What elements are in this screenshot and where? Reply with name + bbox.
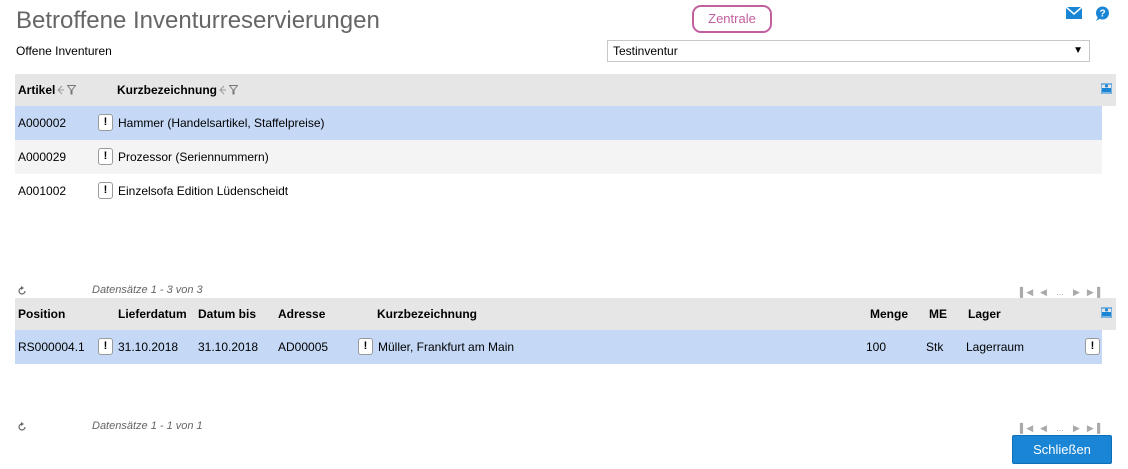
help-icon[interactable]: ? bbox=[1095, 6, 1110, 21]
info-button[interactable]: ! bbox=[98, 338, 113, 355]
sort-icon[interactable] bbox=[218, 85, 227, 95]
filter-icon[interactable] bbox=[67, 85, 77, 95]
zentrale-button[interactable]: Zentrale bbox=[692, 5, 772, 33]
sort-icon[interactable] bbox=[56, 85, 65, 95]
articles-grid-header: Artikel Kurzbezeichnung bbox=[15, 74, 1116, 106]
page-dots: ... bbox=[1056, 287, 1064, 297]
next-page-icon[interactable]: ▶ bbox=[1068, 423, 1085, 434]
first-page-icon[interactable]: ▌◀ bbox=[1018, 423, 1035, 434]
reservations-grid-header: Position Lieferdatum Datum bis Adresse K… bbox=[15, 298, 1116, 330]
cell-artikel: A000002 bbox=[18, 116, 67, 130]
col-header-adresse[interactable]: Adresse bbox=[278, 307, 325, 321]
filter-icon[interactable] bbox=[229, 85, 239, 95]
column-settings-icon[interactable] bbox=[1101, 307, 1112, 318]
info-button[interactable]: ! bbox=[98, 148, 113, 165]
inventory-select[interactable]: Testinventur ▼ bbox=[607, 40, 1090, 62]
table-row[interactable]: A000002 ! Hammer (Handelsartikel, Staffe… bbox=[15, 106, 1102, 140]
table-row[interactable]: A000029 ! Prozessor (Seriennummern) bbox=[15, 140, 1102, 174]
col-header-menge[interactable]: Menge bbox=[870, 307, 908, 321]
cell-me: Stk bbox=[926, 340, 944, 354]
cell-adresse: AD00005 bbox=[278, 340, 329, 354]
col-header-me[interactable]: ME bbox=[929, 307, 947, 321]
record-count: Datensätze 1 - 3 von 3 bbox=[92, 284, 203, 296]
cell-kurzbezeichnung: Müller, Frankfurt am Main bbox=[378, 340, 515, 354]
open-inventories-label: Offene Inventuren bbox=[16, 44, 112, 58]
dropdown-arrow-icon: ▼ bbox=[1073, 45, 1083, 56]
page-dots: ... bbox=[1056, 423, 1064, 433]
pager: ▌◀ ◀ ... ▶ ▶▐ bbox=[1018, 287, 1102, 298]
cell-kurzbezeichnung: Einzelsofa Edition Lüdenscheidt bbox=[118, 184, 289, 198]
cell-kurzbezeichnung: Hammer (Handelsartikel, Staffelpreise) bbox=[118, 116, 325, 130]
col-header-kurzbezeichnung[interactable]: Kurzbezeichnung bbox=[377, 307, 477, 321]
cell-datum-bis: 31.10.2018 bbox=[198, 340, 259, 354]
last-page-icon[interactable]: ▶▐ bbox=[1085, 423, 1102, 434]
col-header-position[interactable]: Position bbox=[18, 307, 65, 321]
cell-menge: 100 bbox=[866, 340, 887, 354]
inventory-select-value: Testinventur bbox=[613, 44, 678, 58]
mail-icon[interactable] bbox=[1066, 7, 1082, 19]
prev-page-icon[interactable]: ◀ bbox=[1035, 423, 1052, 434]
cell-position: RS000004.1 bbox=[18, 340, 85, 354]
info-button[interactable]: ! bbox=[358, 338, 373, 355]
info-button[interactable]: ! bbox=[1085, 338, 1100, 355]
col-header-kurzbezeichnung[interactable]: Kurzbezeichnung bbox=[117, 83, 239, 97]
col-header-datum-bis[interactable]: Datum bis bbox=[198, 307, 256, 321]
pager: ▌◀ ◀ ... ▶ ▶▐ bbox=[1018, 423, 1102, 434]
column-settings-icon[interactable] bbox=[1101, 83, 1112, 94]
refresh-icon[interactable] bbox=[17, 286, 27, 296]
page-title: Betroffene Inventurreservierungen bbox=[16, 7, 380, 34]
table-row[interactable]: RS000004.1 ! 31.10.2018 31.10.2018 AD000… bbox=[15, 330, 1102, 364]
cell-artikel: A001002 bbox=[18, 184, 67, 198]
reservations-grid-footer: Datensätze 1 - 1 von 1 ▌◀ ◀ ... ▶ ▶▐ bbox=[15, 420, 1102, 436]
next-page-icon[interactable]: ▶ bbox=[1068, 287, 1085, 298]
col-header-artikel[interactable]: Artikel bbox=[18, 83, 77, 97]
record-count: Datensätze 1 - 1 von 1 bbox=[92, 420, 203, 432]
refresh-icon[interactable] bbox=[17, 422, 27, 432]
first-page-icon[interactable]: ▌◀ bbox=[1018, 287, 1035, 298]
info-button[interactable]: ! bbox=[98, 114, 113, 131]
last-page-icon[interactable]: ▶▐ bbox=[1085, 287, 1102, 298]
close-button[interactable]: Schließen bbox=[1012, 435, 1112, 464]
col-header-lager[interactable]: Lager bbox=[968, 307, 1001, 321]
info-button[interactable]: ! bbox=[98, 182, 113, 199]
cell-lieferdatum: 31.10.2018 bbox=[118, 340, 179, 354]
svg-text:?: ? bbox=[1099, 9, 1105, 20]
articles-grid: Artikel Kurzbezeichnung A000002 ! Hammer… bbox=[15, 74, 1116, 284]
prev-page-icon[interactable]: ◀ bbox=[1035, 287, 1052, 298]
cell-artikel: A000029 bbox=[18, 150, 67, 164]
cell-lager: Lagerraum bbox=[966, 340, 1025, 354]
cell-kurzbezeichnung: Prozessor (Seriennummern) bbox=[118, 150, 269, 164]
col-header-lieferdatum[interactable]: Lieferdatum bbox=[118, 307, 187, 321]
table-row[interactable]: A001002 ! Einzelsofa Edition Lüdenscheid… bbox=[15, 174, 1102, 208]
reservations-grid: Position Lieferdatum Datum bis Adresse K… bbox=[15, 298, 1116, 414]
